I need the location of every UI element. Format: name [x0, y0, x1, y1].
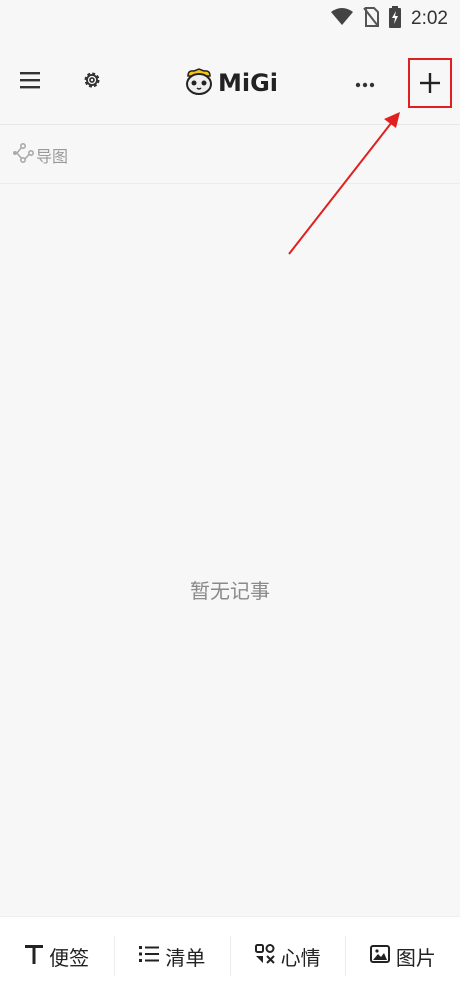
list-icon [139, 945, 160, 967]
no-sim-icon [363, 7, 380, 31]
gear-icon [81, 69, 103, 95]
empty-state-text: 暂无记事 [190, 579, 270, 603]
tab-note-label: 便签 [49, 945, 90, 970]
settings-button[interactable] [72, 62, 112, 102]
tab-image-label: 图片 [395, 945, 436, 970]
mindmap-icon [12, 142, 34, 168]
tab-note[interactable]: 便签 [0, 936, 116, 976]
more-horizontal-icon [355, 73, 375, 92]
top-toolbar: MiGi [0, 38, 460, 125]
tab-mood[interactable]: 心情 [231, 936, 346, 976]
menu-button[interactable] [10, 62, 50, 102]
mindmap-label: 导图 [36, 146, 69, 166]
image-icon [369, 945, 390, 967]
mindmap-entry[interactable]: 导图 [0, 126, 460, 184]
more-options-button[interactable] [345, 62, 385, 102]
add-note-button[interactable] [408, 58, 452, 108]
mood-icon [254, 944, 275, 968]
tab-image[interactable]: 图片 [346, 936, 460, 976]
bottom-tab-bar: 便签 清单 心情 图片 [0, 916, 460, 995]
tab-checklist[interactable]: 清单 [115, 936, 231, 976]
wifi-icon [331, 8, 354, 30]
status-bar: 2:02 [0, 0, 460, 38]
plus-icon [420, 73, 440, 93]
status-time: 2:02 [411, 8, 448, 29]
menu-icon [20, 71, 40, 93]
text-t-icon [25, 944, 44, 968]
app-logo: MiGi [184, 63, 278, 103]
tab-mood-label: 心情 [280, 945, 321, 970]
battery-charging-icon [389, 6, 402, 32]
app-name: MiGi [218, 69, 279, 97]
tab-checklist-label: 清单 [165, 945, 206, 970]
cat-mascot-icon [184, 66, 214, 100]
